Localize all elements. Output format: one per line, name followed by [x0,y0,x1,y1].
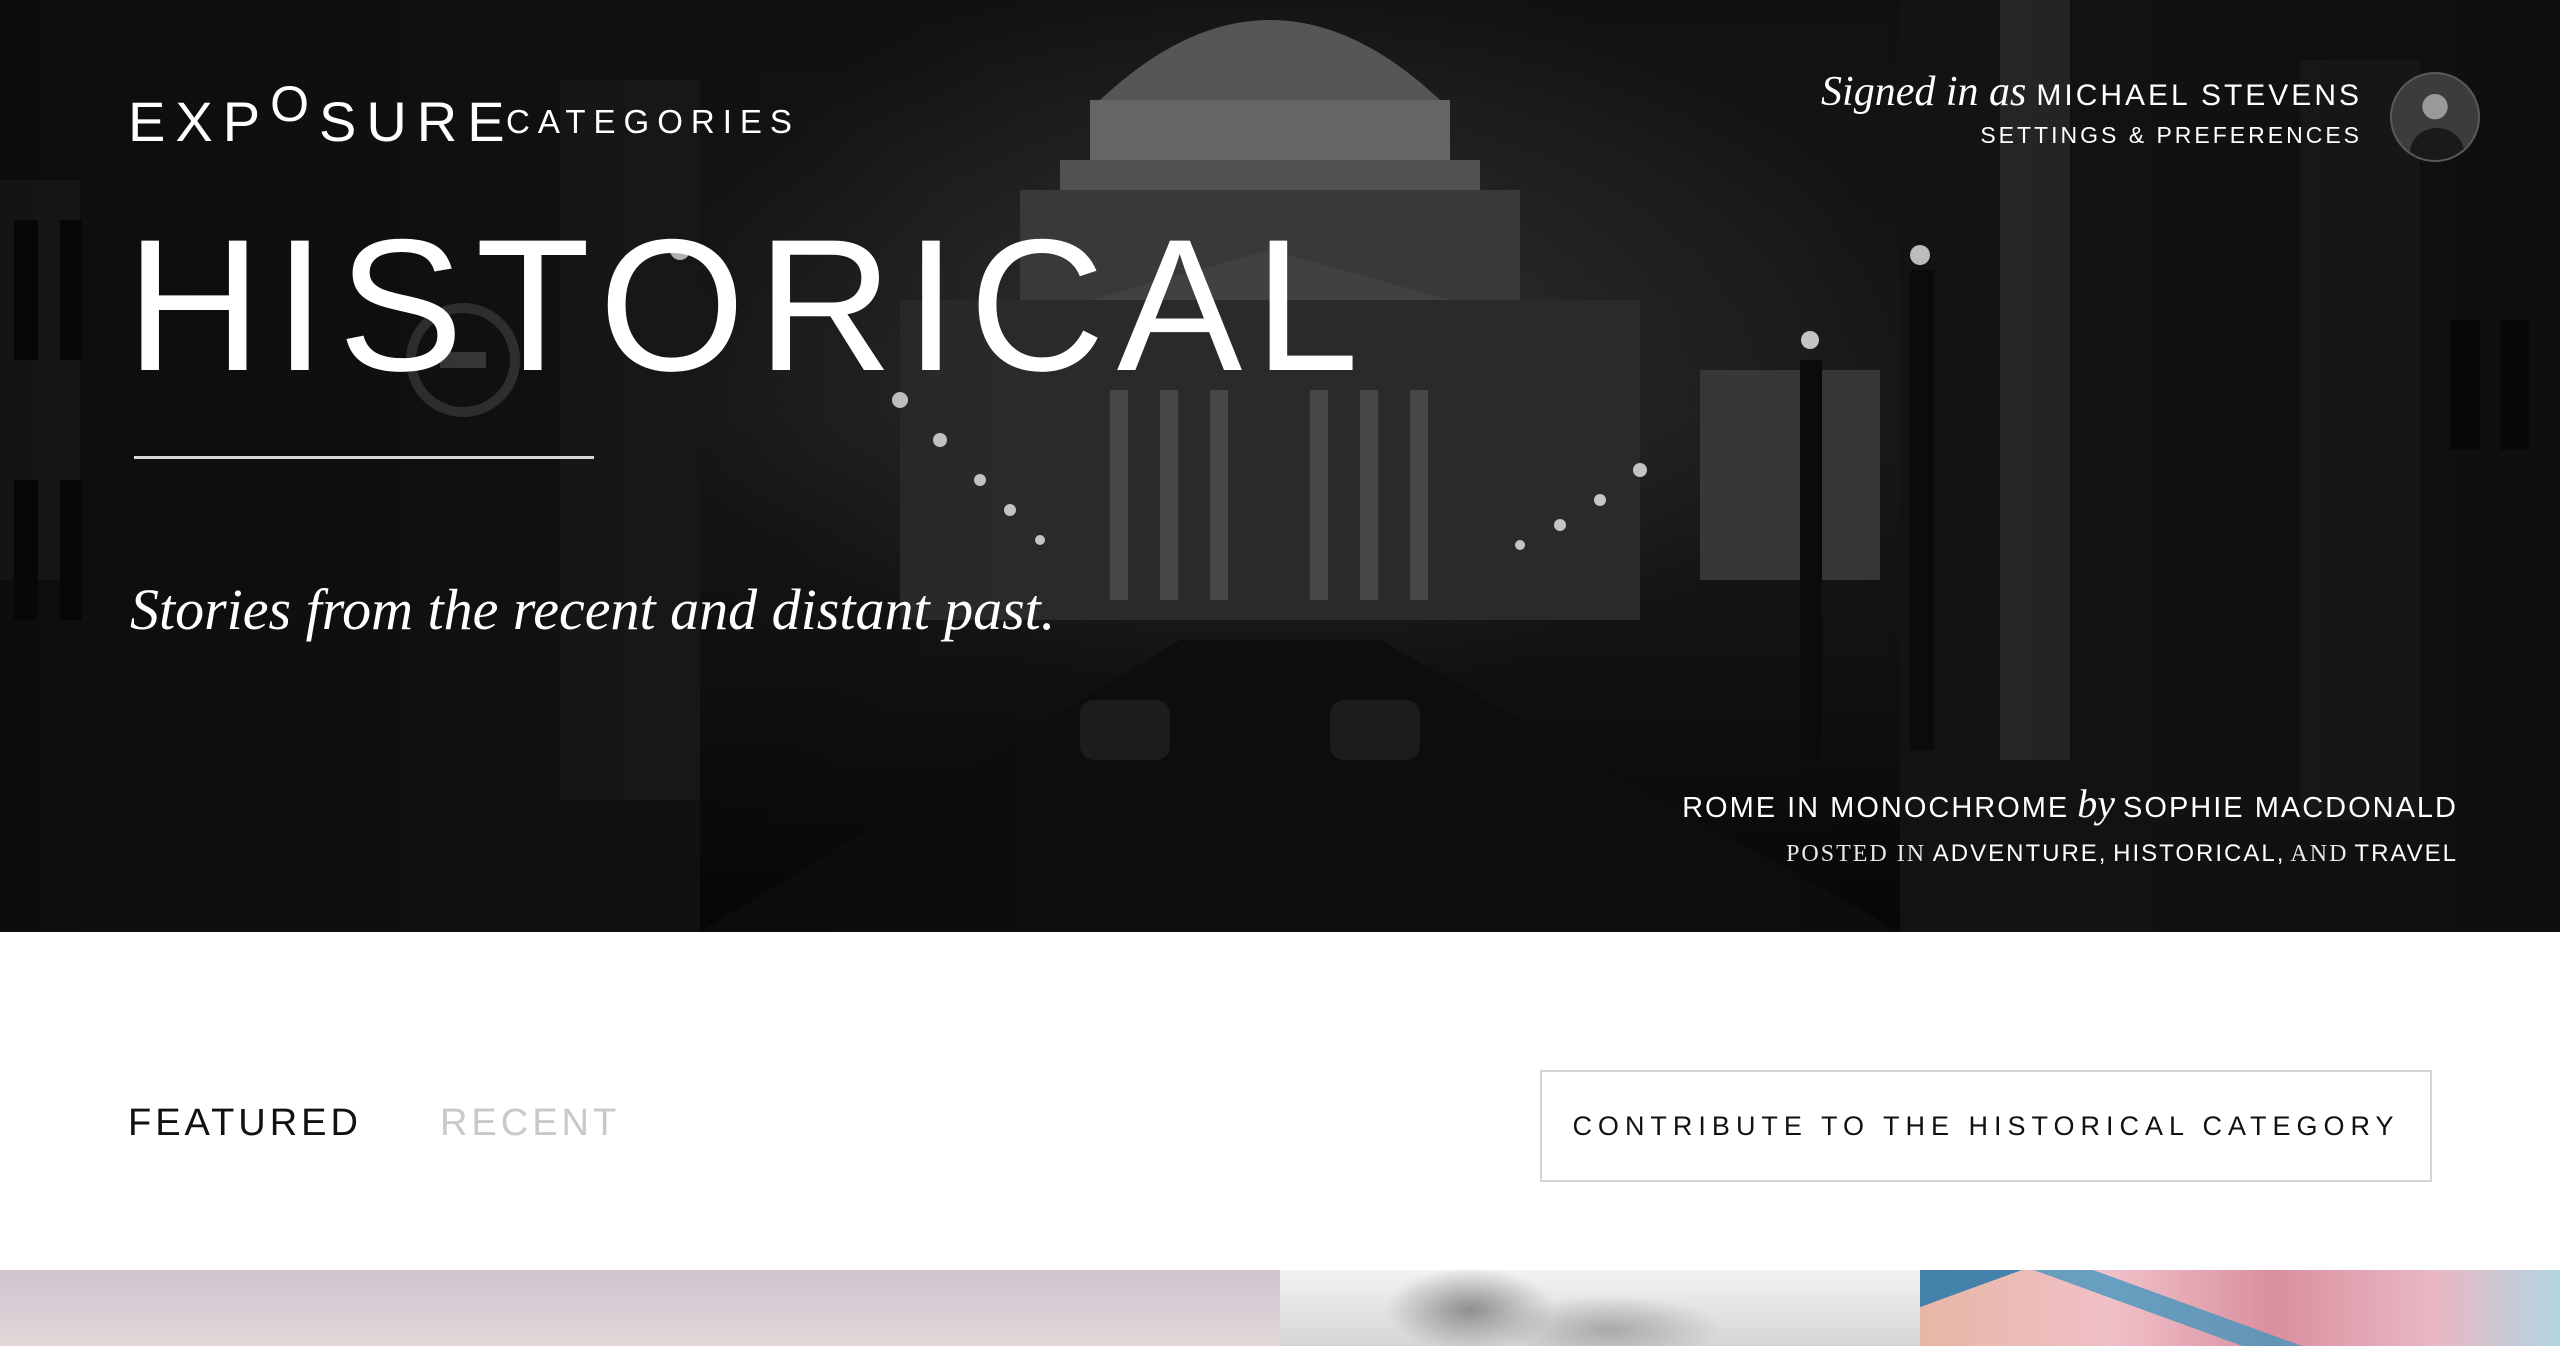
title-divider [134,456,594,459]
hero-banner: EXPOSURE CATEGORIES Signed in as MICHAEL … [0,0,2560,932]
credit-story-line: ROME IN MONOCHROME by SOPHIE MACDONALD [1682,782,2458,830]
user-avatar[interactable] [2390,72,2480,162]
signed-in-label: Signed in as [1821,69,2027,115]
tab-featured[interactable]: FEATURED [128,1098,362,1148]
story-tabs: FEATURED RECENT [128,1098,620,1148]
credit-by-label: by [2077,781,2116,826]
user-menu: Signed in as MICHAEL STEVENS SETTINGS & P… [1821,69,2362,149]
story-title-link[interactable]: ROME IN MONOCHROME [1682,792,2069,824]
user-name-link[interactable]: MICHAEL STEVENS [2036,79,2362,112]
story-thumbnail[interactable] [0,1270,1280,1346]
story-thumbnail[interactable] [1280,1270,1920,1346]
category-separator: , [2098,840,2107,867]
posted-in-label: POSTED IN [1786,841,1927,867]
category-link-historical[interactable]: HISTORICAL [2113,840,2277,867]
author-link[interactable]: SOPHIE MACDONALD [2123,792,2458,824]
and-label: AND [2290,841,2349,867]
logo-part-o: O [270,76,319,132]
category-separator: , [2276,840,2285,867]
photo-credit: ROME IN MONOCHROME by SOPHIE MACDONALD POS… [1682,782,2458,870]
story-thumbnail[interactable] [1920,1270,2560,1346]
category-link-travel[interactable]: TRAVEL [2354,840,2458,867]
tab-recent[interactable]: RECENT [440,1098,620,1148]
category-link-adventure[interactable]: ADVENTURE [1933,840,2099,867]
logo-part-exp: EXP [128,90,271,153]
category-tagline: Stories from the recent and distant past… [130,577,1056,642]
logo-part-sure: SURE [318,90,515,153]
contribute-button[interactable]: CONTRIBUTE TO THE HISTORICAL CATEGORY [1540,1070,2432,1182]
exposure-logo[interactable]: EXPOSURE [128,76,515,154]
page-title: HISTORICAL [126,200,1371,410]
story-thumbnail-strip [0,1270,2560,1346]
settings-preferences-link[interactable]: SETTINGS & PREFERENCES [1821,122,2362,149]
signed-in-line: Signed in as MICHAEL STEVENS [1821,69,2362,116]
credit-categories-line: POSTED IN ADVENTURE, HISTORICAL, AND TRAVE… [1682,838,2458,870]
nav-categories-link[interactable]: CATEGORIES [506,102,800,142]
